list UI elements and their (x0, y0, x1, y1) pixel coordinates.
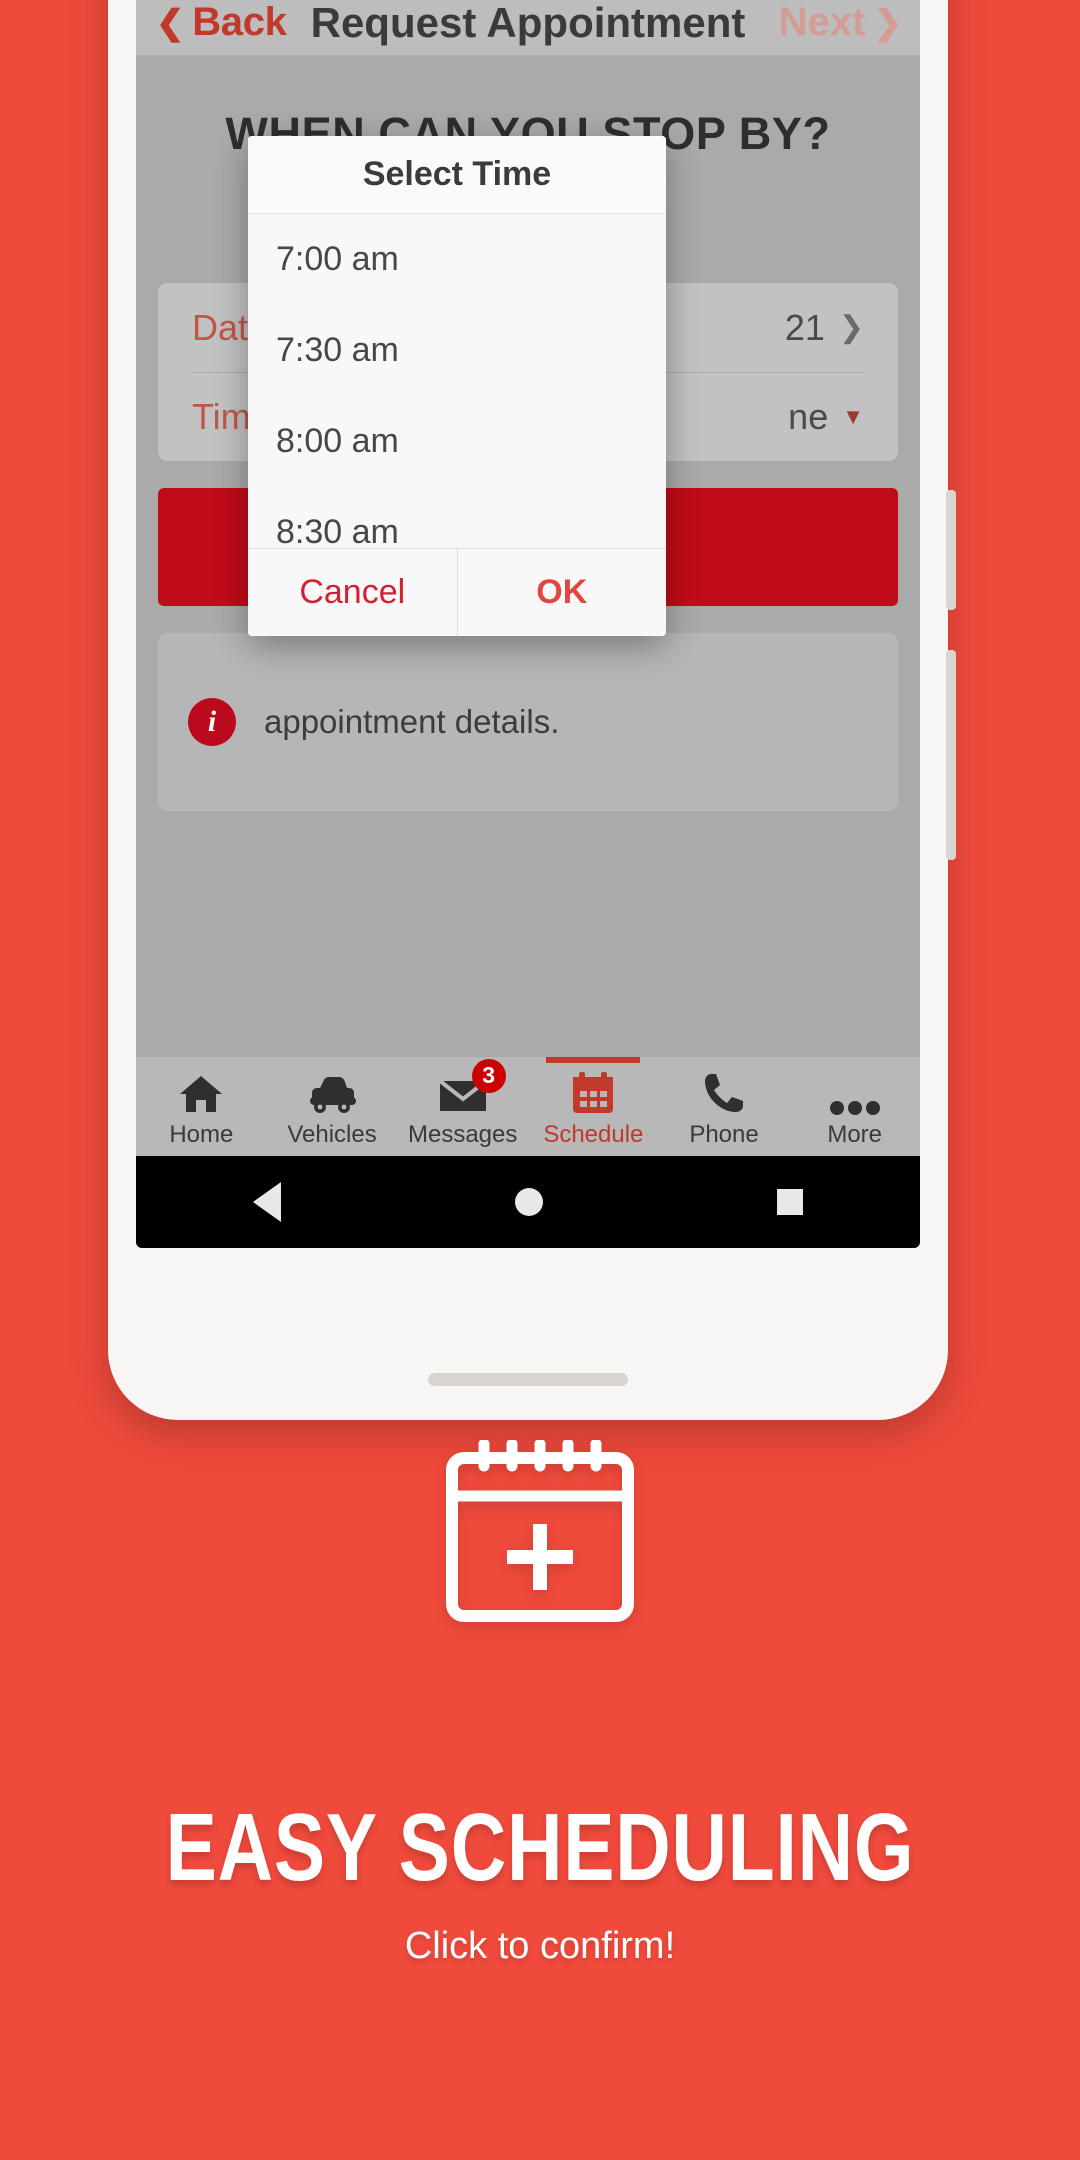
ellipsis-icon (829, 1069, 881, 1115)
tab-vehicles-label: Vehicles (287, 1120, 377, 1148)
tab-home[interactable]: Home (136, 1057, 267, 1156)
select-time-dialog: Select Time 7:00 am 7:30 am 8:00 am 8:30… (248, 136, 666, 636)
android-system-nav-bar (136, 1156, 920, 1248)
promo-subhead: Click to confirm! (404, 1925, 676, 1967)
chevron-right-icon: ❯ (838, 311, 864, 344)
list-item[interactable]: 7:00 am (248, 214, 666, 305)
calendar-plus-icon (446, 1440, 634, 1622)
home-icon (178, 1069, 224, 1115)
envelope-icon: 3 (438, 1058, 506, 1115)
list-item[interactable]: 8:00 am (248, 396, 666, 487)
list-item[interactable]: 8:30 am (248, 487, 666, 548)
time-row-value-group: ne ▼ (788, 396, 864, 438)
status-badge: 3 (471, 1058, 506, 1093)
info-notice-text: appointment details. (264, 703, 560, 741)
tab-messages-label: Messages (407, 1120, 518, 1148)
dialog-action-row: Cancel OK (248, 548, 666, 636)
ok-button[interactable]: OK (458, 549, 667, 636)
time-option-list[interactable]: 7:00 am 7:30 am 8:00 am 8:30 am 9:00 am … (248, 214, 666, 548)
active-tab-indicator (546, 1057, 641, 1063)
info-notice-card: i appointment details. (158, 633, 898, 811)
square-recents-icon[interactable] (777, 1189, 803, 1215)
tab-home-label: Home (169, 1120, 234, 1148)
date-row-value-group: 21 ❯ (785, 307, 864, 349)
next-button[interactable]: Next ❯ (779, 0, 902, 45)
tab-phone[interactable]: Phone (659, 1057, 790, 1156)
info-icon: i (188, 698, 236, 746)
tab-schedule-label: Schedule (543, 1120, 644, 1148)
time-row-value: ne (788, 395, 829, 437)
triangle-back-icon[interactable] (253, 1182, 281, 1222)
tab-vehicles[interactable]: Vehicles (267, 1057, 398, 1156)
date-row-value: 21 (784, 306, 825, 348)
calendar-icon (570, 1069, 616, 1115)
phone-volume-button (946, 490, 956, 610)
promo-headline: EASY SCHEDULING (165, 1794, 915, 1901)
caret-down-icon: ▼ (842, 403, 864, 429)
circle-home-icon[interactable] (515, 1188, 543, 1216)
tab-more[interactable]: More (789, 1057, 920, 1156)
car-icon (306, 1069, 358, 1115)
chevron-right-icon: ❯ (873, 3, 903, 42)
phone-icon (702, 1069, 746, 1115)
dialog-title: Select Time (248, 136, 666, 214)
phone-screen: ❮ Back Request Appointment Next ❯ WHEN C… (136, 0, 920, 1248)
phone-device-frame: ❮ Back Request Appointment Next ❯ WHEN C… (108, 0, 956, 1420)
promo-section: EASY SCHEDULING Click to confirm! (0, 1440, 1080, 1968)
cancel-button[interactable]: Cancel (248, 549, 458, 636)
phone-home-indicator (428, 1373, 628, 1386)
tab-schedule[interactable]: Schedule (528, 1057, 659, 1156)
tab-messages[interactable]: 3 Messages (397, 1057, 528, 1156)
bottom-tab-bar: Home Vehicles 3 Messages Schedule Phone … (136, 1056, 920, 1156)
tab-phone-label: Phone (689, 1120, 759, 1148)
next-button-label: Next (778, 0, 866, 44)
app-header: ❮ Back Request Appointment Next ❯ (136, 0, 920, 56)
list-item[interactable]: 7:30 am (248, 305, 666, 396)
tab-more-label: More (827, 1120, 883, 1148)
phone-power-button (946, 650, 956, 860)
